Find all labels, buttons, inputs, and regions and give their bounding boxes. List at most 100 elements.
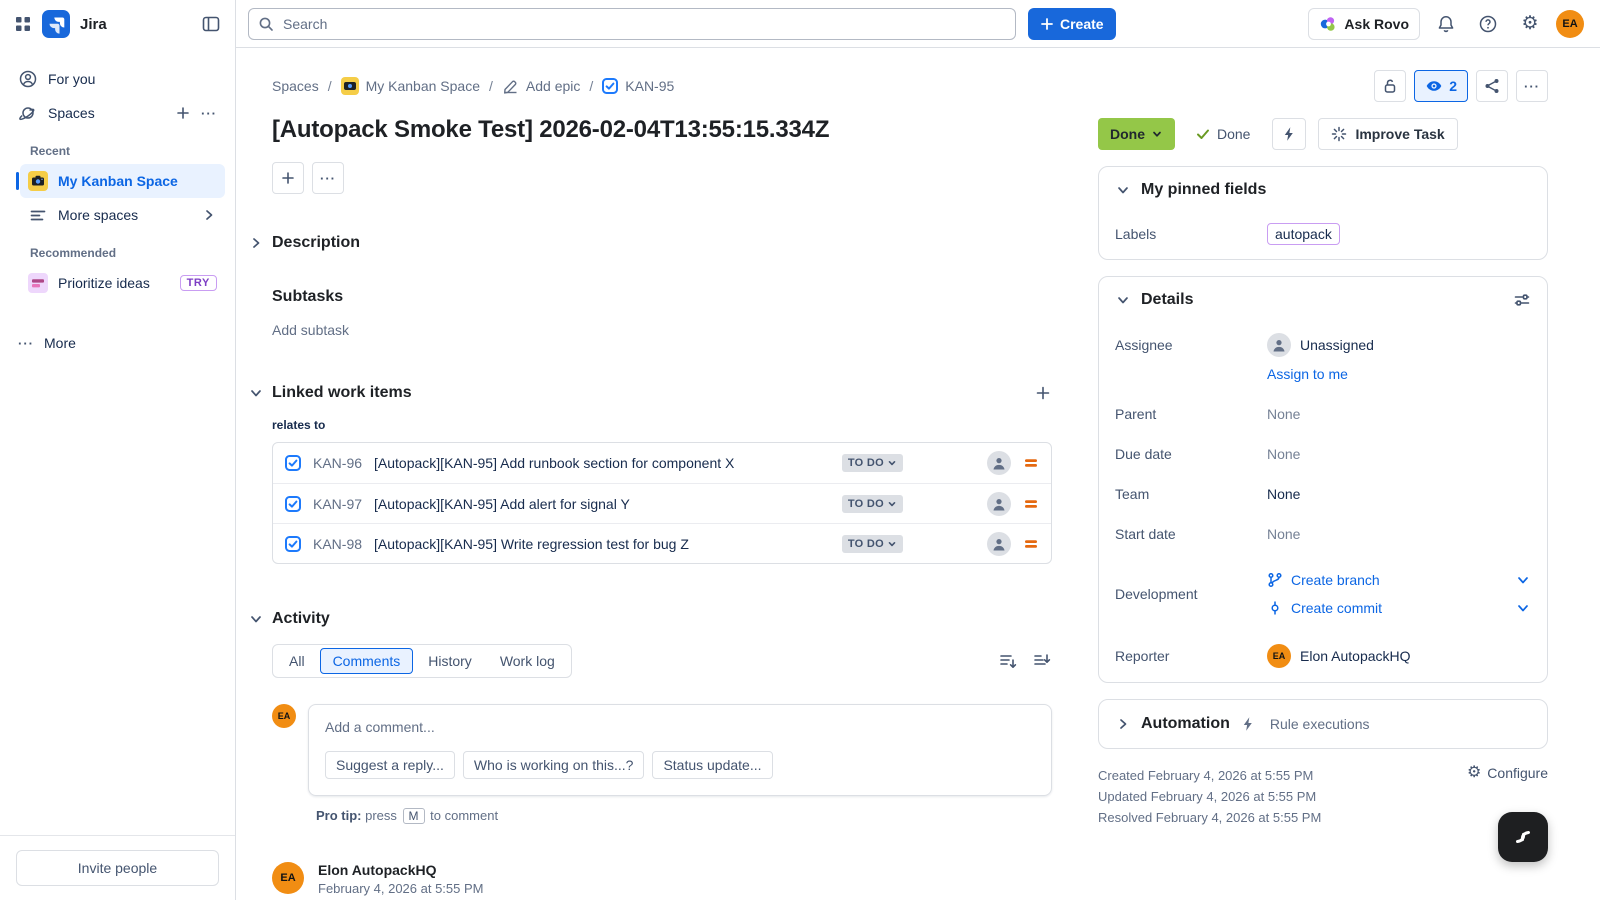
activity-tab-group: All Comments History Work log <box>272 644 572 678</box>
quick-reply-status[interactable]: Status update... <box>652 751 772 779</box>
linked-item-row[interactable]: KAN-98 [Autopack][KAN-95] Write regressi… <box>273 523 1051 563</box>
more-actions-button[interactable]: ··· <box>1516 70 1548 102</box>
issue-more-button[interactable]: ··· <box>312 162 344 194</box>
collapse-sidebar-icon[interactable] <box>201 14 221 34</box>
breadcrumb-space-label: My Kanban Space <box>366 78 480 94</box>
sidebar-item-my-kanban-space[interactable]: My Kanban Space <box>20 164 225 198</box>
linked-item-row[interactable]: KAN-97 [Autopack][KAN-95] Add alert for … <box>273 483 1051 523</box>
breadcrumb-separator: / <box>589 78 593 94</box>
status-dropdown[interactable]: TO DO <box>842 535 903 553</box>
tab-all[interactable]: All <box>276 648 318 674</box>
improve-task-button[interactable]: Improve Task <box>1318 118 1457 150</box>
assign-to-me-link[interactable]: Assign to me <box>1267 366 1531 382</box>
lock-button[interactable] <box>1374 70 1406 102</box>
task-icon <box>285 455 301 471</box>
parent-value[interactable]: None <box>1267 406 1531 422</box>
create-branch-link[interactable]: Create branch <box>1291 572 1380 588</box>
assignee-avatar[interactable] <box>987 451 1011 475</box>
issue-title: [Autopack Smoke Test] 2026-02-04T13:55:1… <box>272 116 1052 144</box>
linked-item-row[interactable]: KAN-96 [Autopack][KAN-95] Add runbook se… <box>273 443 1051 483</box>
jira-logo[interactable] <box>42 10 70 38</box>
label-chip[interactable]: autopack <box>1267 223 1340 245</box>
chevron-down-icon[interactable] <box>248 385 264 401</box>
status-label: TO DO <box>848 457 884 469</box>
quick-reply-who[interactable]: Who is working on this...? <box>463 751 645 779</box>
chevron-right-icon[interactable] <box>1115 716 1131 732</box>
views-button[interactable]: 2 <box>1414 70 1468 102</box>
ask-rovo-button[interactable]: Ask Rovo <box>1308 8 1420 40</box>
sidebar-item-prioritize-ideas[interactable]: Prioritize ideas TRY <box>20 266 225 300</box>
start-date-value[interactable]: None <box>1267 526 1531 542</box>
field-settings-icon[interactable] <box>1513 291 1531 309</box>
tab-comments[interactable]: Comments <box>320 648 414 674</box>
spaces-more-icon[interactable]: ··· <box>201 106 217 121</box>
status-dropdown[interactable]: TO DO <box>842 454 903 472</box>
create-button[interactable]: Create <box>1028 8 1116 40</box>
add-subtask-input[interactable]: Add subtask <box>272 322 1052 338</box>
share-button[interactable] <box>1476 70 1508 102</box>
add-linked-item-button[interactable] <box>1034 384 1052 402</box>
breadcrumb-space[interactable]: My Kanban Space <box>341 77 480 95</box>
create-commit-link[interactable]: Create commit <box>1291 600 1382 616</box>
sort-oldest-icon[interactable] <box>1032 651 1052 671</box>
lightning-icon <box>1240 716 1256 732</box>
relation-label: relates to <box>272 418 1052 432</box>
activity-section: Activity <box>272 610 1052 628</box>
chevron-down-icon[interactable] <box>1115 292 1131 308</box>
sidebar-item-more[interactable]: ··· More <box>10 326 225 360</box>
comment-author[interactable]: Elon AutopackHQ <box>318 862 483 878</box>
issue-key[interactable]: KAN-98 <box>313 536 362 552</box>
chevron-down-icon[interactable] <box>1515 572 1531 588</box>
breadcrumb-issue[interactable]: KAN-95 <box>602 78 674 94</box>
invite-people-button[interactable]: Invite people <box>16 850 219 886</box>
due-date-value[interactable]: None <box>1267 446 1531 462</box>
issue-summary[interactable]: [Autopack][KAN-95] Write regression test… <box>374 536 689 552</box>
team-value[interactable]: None <box>1267 486 1531 502</box>
automation-actions-button[interactable] <box>1272 118 1306 150</box>
sidebar-item-more-spaces[interactable]: More spaces <box>20 198 225 232</box>
created-timestamp: Created February 4, 2026 at 5:55 PM <box>1098 765 1321 786</box>
sort-newest-icon[interactable] <box>998 651 1018 671</box>
add-space-icon[interactable] <box>175 105 191 121</box>
start-date-label: Start date <box>1115 526 1267 542</box>
rule-executions-link[interactable]: Rule executions <box>1270 716 1370 732</box>
quick-reply-suggest[interactable]: Suggest a reply... <box>325 751 455 779</box>
chevron-down-icon[interactable] <box>1515 600 1531 616</box>
issue-summary[interactable]: [Autopack][KAN-95] Add runbook section f… <box>374 455 734 471</box>
comment-author-avatar[interactable]: EA <box>272 862 304 894</box>
app-switcher-icon[interactable] <box>14 15 32 33</box>
sidebar-item-for-you[interactable]: For you <box>10 62 225 96</box>
breadcrumb-spaces[interactable]: Spaces <box>272 78 319 94</box>
priority-medium-icon[interactable] <box>1023 455 1039 471</box>
sidebar-item-spaces[interactable]: Spaces ··· <box>10 96 225 130</box>
automation-card[interactable]: Automation Rule executions <box>1098 699 1548 749</box>
assignee-avatar[interactable] <box>987 532 1011 556</box>
check-icon <box>1195 126 1211 142</box>
assignee-value[interactable]: Unassigned <box>1267 333 1531 357</box>
reporter-value[interactable]: EA Elon AutopackHQ <box>1267 644 1531 668</box>
priority-medium-icon[interactable] <box>1023 496 1039 512</box>
chevron-down-icon[interactable] <box>248 611 264 627</box>
assistant-floating-button[interactable] <box>1498 812 1548 862</box>
search-input[interactable] <box>248 8 1016 40</box>
assignee-avatar[interactable] <box>987 492 1011 516</box>
comment-input[interactable]: Add a comment... Suggest a reply... Who … <box>308 704 1052 796</box>
add-button[interactable] <box>272 162 304 194</box>
breadcrumb-epic[interactable]: Add epic <box>502 78 580 95</box>
settings-button[interactable]: ⚙ <box>1514 8 1546 40</box>
tab-history[interactable]: History <box>415 648 485 674</box>
chevron-down-icon[interactable] <box>1115 182 1131 198</box>
notifications-button[interactable] <box>1430 8 1462 40</box>
status-dropdown[interactable]: TO DO <box>842 495 903 513</box>
priority-medium-icon[interactable] <box>1023 536 1039 552</box>
activity-tabs-row: All Comments History Work log <box>272 644 1052 678</box>
user-avatar[interactable]: EA <box>1556 10 1584 38</box>
status-dropdown-button[interactable]: Done <box>1098 118 1175 150</box>
issue-key[interactable]: KAN-96 <box>313 455 362 471</box>
chevron-right-icon[interactable] <box>248 235 264 251</box>
issue-summary[interactable]: [Autopack][KAN-95] Add alert for signal … <box>374 496 630 512</box>
tab-work-log[interactable]: Work log <box>487 648 568 674</box>
issue-key[interactable]: KAN-97 <box>313 496 362 512</box>
reporter-field: Reporter EA Elon AutopackHQ <box>1115 644 1531 668</box>
help-button[interactable] <box>1472 8 1504 40</box>
